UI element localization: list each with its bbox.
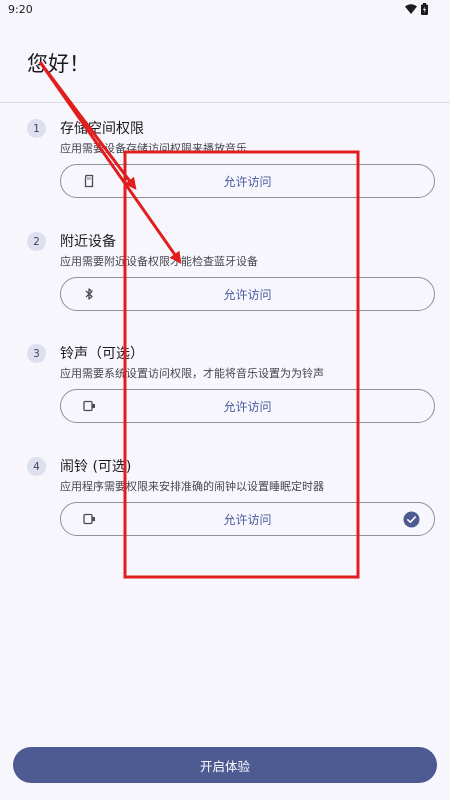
button-label: 允许访问	[223, 175, 272, 189]
permission-description: 应用程序需要权限来安排准确的闹钟以设置睡眠定时器	[60, 480, 324, 493]
permission-storage: 1 存储空间权限 应用需要设备存储访问权限来播放音乐 允许访问	[0, 119, 450, 209]
page-title: 您好！	[27, 52, 90, 76]
step-number: 4	[27, 457, 46, 476]
status-time: 9:20	[8, 3, 33, 16]
battery-icon	[421, 3, 428, 15]
allow-ringtone-button[interactable]: 允许访问	[60, 389, 435, 423]
step-number: 3	[27, 344, 46, 363]
step-number: 2	[27, 232, 46, 251]
permission-description: 应用需要设备存储访问权限来播放音乐	[60, 142, 247, 155]
allow-alarm-button[interactable]: 允许访问	[60, 502, 435, 536]
permission-description: 应用需要附近设备权限才能检查蓝牙设备	[60, 255, 258, 268]
permission-title: 铃声（可选）	[60, 346, 144, 362]
permission-ringtone: 3 铃声（可选） 应用需要系统设置访问权限，才能将音乐设置为为铃声 允许访问	[0, 344, 450, 434]
step-number: 1	[27, 119, 46, 138]
wifi-icon	[405, 4, 417, 14]
button-label: 允许访问	[223, 400, 272, 414]
permission-alarm: 4 闹铃 (可选) 应用程序需要权限来安排准确的闹钟以设置睡眠定时器 允许访问	[0, 457, 450, 547]
button-label: 允许访问	[223, 513, 272, 527]
permission-title: 存储空间权限	[60, 121, 144, 137]
button-label: 允许访问	[223, 288, 272, 302]
allow-nearby-devices-button[interactable]: 允许访问	[60, 277, 435, 311]
start-experience-button[interactable]: 开启体验	[13, 747, 437, 783]
permission-title: 附近设备	[60, 234, 116, 250]
status-bar: 9:20	[0, 0, 450, 20]
check-circle-icon	[403, 511, 420, 528]
permission-description: 应用需要系统设置访问权限，才能将音乐设置为为铃声	[60, 367, 324, 380]
status-icons	[405, 3, 428, 15]
permission-nearby-devices: 2 附近设备 应用需要附近设备权限才能检查蓝牙设备 允许访问	[0, 232, 450, 322]
permission-title: 闹铃 (可选)	[60, 459, 132, 475]
divider	[0, 102, 450, 103]
allow-storage-button[interactable]: 允许访问	[60, 164, 435, 198]
